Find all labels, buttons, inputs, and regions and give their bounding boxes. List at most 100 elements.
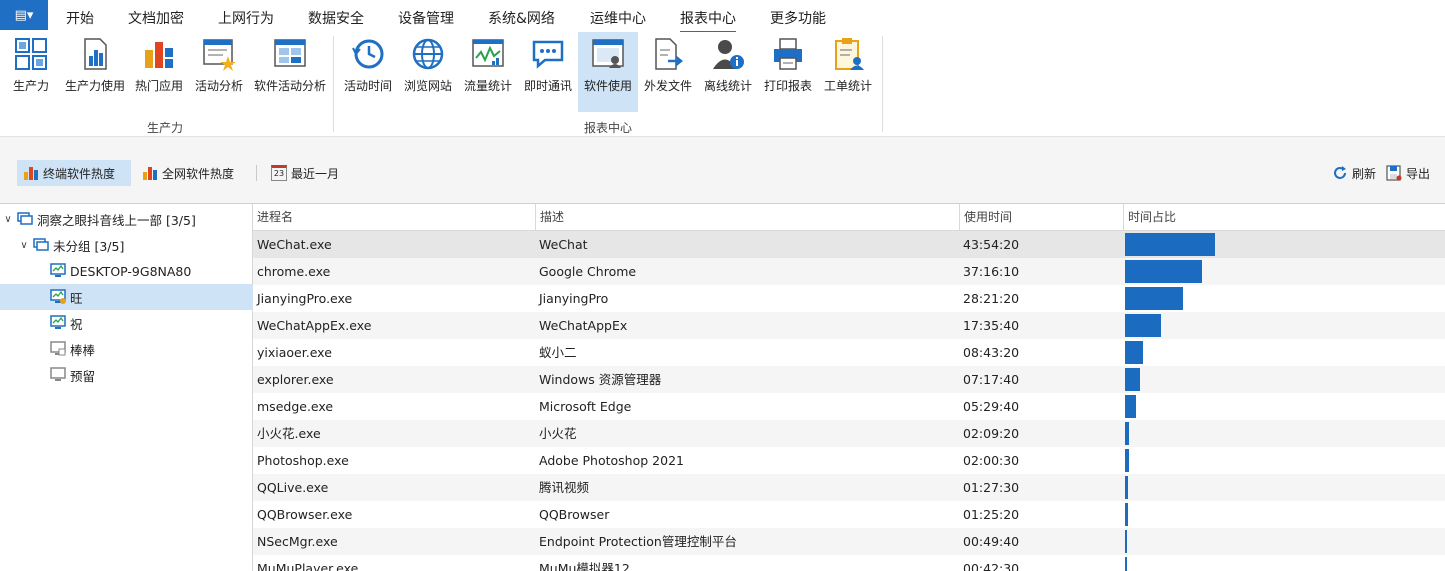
table-row[interactable]: explorer.exe Windows 资源管理器 07:17:40 bbox=[253, 366, 1445, 393]
cell-usage-time: 05:29:40 bbox=[963, 399, 1020, 414]
tab-device-management[interactable]: 设备管理 bbox=[398, 8, 454, 28]
table-row[interactable]: MuMuPlayer.exe MuMu模拟器12 00:42:30 bbox=[253, 555, 1445, 571]
column-header-usage-time[interactable]: 使用时间 bbox=[959, 204, 1123, 230]
bar-chart-doc-icon bbox=[84, 38, 107, 70]
tree-root-node[interactable]: ∨ 洞察之眼抖音线上一部 [3/5] bbox=[0, 206, 253, 232]
outgoing-files-button[interactable]: 外发文件 bbox=[641, 32, 695, 112]
table-row[interactable]: msedge.exe Microsoft Edge 05:29:40 bbox=[253, 393, 1445, 420]
cell-usage-time: 00:49:40 bbox=[963, 534, 1020, 549]
table-row[interactable]: chrome.exe Google Chrome 37:16:10 bbox=[253, 258, 1445, 285]
cell-usage-time: 00:42:30 bbox=[963, 561, 1020, 571]
cell-description: 腾讯视频 bbox=[539, 480, 590, 495]
cell-description: 蚁小二 bbox=[539, 345, 577, 360]
cell-usage-time: 02:00:30 bbox=[963, 453, 1020, 468]
time-ratio-bar bbox=[1125, 368, 1140, 391]
toolbar-divider bbox=[256, 165, 257, 181]
cell-process: explorer.exe bbox=[257, 372, 334, 387]
cell-usage-time: 43:54:20 bbox=[963, 237, 1020, 252]
tree-group-node[interactable]: ∨ 未分组 [3/5] bbox=[0, 232, 269, 258]
table-row[interactable]: WeChatAppEx.exe WeChatAppEx 17:35:40 bbox=[253, 312, 1445, 339]
cell-description: Microsoft Edge bbox=[539, 399, 632, 414]
table-row[interactable]: Photoshop.exe Adobe Photoshop 2021 02:00:3… bbox=[253, 447, 1445, 474]
print-report-button[interactable]: 打印报表 bbox=[761, 32, 815, 112]
time-ratio-bar bbox=[1125, 260, 1202, 283]
table-row[interactable]: QQBrowser.exe QQBrowser 01:25:20 bbox=[253, 501, 1445, 528]
cell-usage-time: 17:35:40 bbox=[963, 318, 1020, 333]
export-label: 导出 bbox=[1406, 166, 1431, 181]
table-row[interactable]: NSecMgr.exe Endpoint Protection管理控制平台 00:4… bbox=[253, 528, 1445, 555]
cell-process: MuMuPlayer.exe bbox=[257, 561, 359, 571]
cell-process: QQBrowser.exe bbox=[257, 507, 353, 522]
work-order-stats-button[interactable]: 工单统计 bbox=[821, 32, 875, 112]
tab-web-behavior[interactable]: 上网行为 bbox=[218, 8, 274, 28]
export-button[interactable]: 导出 bbox=[1380, 160, 1436, 186]
cell-description: QQBrowser bbox=[539, 507, 610, 522]
work-order-stats-label: 工单统计 bbox=[823, 79, 872, 93]
activity-time-label: 活动时间 bbox=[343, 79, 392, 93]
traffic-stats-button[interactable]: 流量统计 bbox=[461, 32, 515, 112]
app-menu-button[interactable]: ▤▾ bbox=[0, 0, 48, 30]
hot-apps-button[interactable]: 热门应用 bbox=[132, 32, 186, 112]
software-activity-icon bbox=[274, 39, 306, 67]
network-software-heat-button[interactable]: 全网软件热度 bbox=[136, 160, 242, 186]
group-label-productivity: 生产力 bbox=[147, 121, 184, 135]
table-row[interactable]: WeChat.exe WeChat 43:54:20 bbox=[253, 231, 1445, 258]
cell-process: msedge.exe bbox=[257, 399, 334, 414]
offline-stats-button[interactable]: 离线统计 bbox=[701, 32, 755, 112]
column-header-description[interactable]: 描述 bbox=[535, 204, 959, 230]
online-computer-icon bbox=[50, 263, 66, 277]
software-usage-button[interactable]: 软件使用 bbox=[578, 32, 638, 112]
browse-websites-button[interactable]: 浏览网站 bbox=[401, 32, 455, 112]
productivity-button[interactable]: 生产力 bbox=[6, 32, 56, 112]
tab-data-security[interactable]: 数据安全 bbox=[308, 8, 364, 28]
cell-process: QQLive.exe bbox=[257, 480, 329, 495]
ribbon-group-divider bbox=[882, 36, 883, 132]
chevron-down-icon[interactable]: ∨ bbox=[17, 240, 31, 251]
column-header-process[interactable]: 进程名 bbox=[253, 204, 535, 230]
report-toolbar: 终端软件热度 全网软件热度 23 最近一月 刷新 导出 bbox=[0, 137, 1445, 204]
date-range-button[interactable]: 23 最近一月 bbox=[265, 160, 345, 186]
terminal-software-heat-button[interactable]: 终端软件热度 bbox=[17, 160, 131, 186]
activity-time-button[interactable]: 活动时间 bbox=[341, 32, 395, 112]
network-software-heat-label: 全网软件热度 bbox=[162, 166, 235, 181]
computer-group-icon bbox=[33, 238, 49, 251]
globe-icon bbox=[412, 38, 444, 70]
export-save-icon bbox=[1386, 165, 1402, 181]
tab-report-center[interactable]: 报表中心 bbox=[680, 8, 736, 33]
printer-icon bbox=[774, 38, 802, 70]
software-activity-label: 软件活动分析 bbox=[253, 79, 326, 93]
cell-usage-time: 28:21:20 bbox=[963, 291, 1020, 306]
cell-usage-time: 37:16:10 bbox=[963, 264, 1020, 279]
instant-messaging-button[interactable]: 即时通讯 bbox=[521, 32, 575, 112]
chevron-down-icon[interactable]: ∨ bbox=[1, 214, 15, 225]
cell-description: WeChatAppEx bbox=[539, 318, 628, 333]
menu-bar: ▤▾ 开始 文档加密 上网行为 数据安全 设备管理 系统&网络 运维中心 报表中… bbox=[0, 0, 1445, 33]
online-computer-icon bbox=[50, 315, 66, 329]
calendar-icon: 23 bbox=[271, 165, 287, 181]
activity-analysis-button[interactable]: 活动分析 bbox=[192, 32, 246, 112]
table-row[interactable]: QQLive.exe 腾讯视频 01:27:30 bbox=[253, 474, 1445, 501]
tab-system-network[interactable]: 系统&网络 bbox=[488, 8, 555, 28]
group-label-report-center: 报表中心 bbox=[584, 121, 633, 135]
hot-apps-icon bbox=[143, 167, 157, 180]
tab-start[interactable]: 开始 bbox=[66, 8, 94, 28]
time-ratio-bar bbox=[1125, 395, 1136, 418]
column-header-time-ratio[interactable]: 时间占比 bbox=[1123, 204, 1445, 230]
cell-description: Windows 资源管理器 bbox=[539, 372, 662, 387]
refresh-button[interactable]: 刷新 bbox=[1326, 160, 1382, 186]
offline-user-icon bbox=[713, 40, 744, 69]
cell-usage-time: 08:43:20 bbox=[963, 345, 1020, 360]
terminal-software-heat-label: 终端软件热度 bbox=[43, 166, 116, 181]
hot-apps-icon bbox=[24, 167, 38, 180]
cell-process: Photoshop.exe bbox=[257, 453, 349, 468]
table-row[interactable]: yixiaoer.exe 蚁小二 08:43:20 bbox=[253, 339, 1445, 366]
tab-more-features[interactable]: 更多功能 bbox=[770, 8, 826, 28]
table-row[interactable]: JianyingPro.exe JianyingPro 28:21:20 bbox=[253, 285, 1445, 312]
outgoing-files-label: 外发文件 bbox=[643, 79, 692, 93]
productivity-usage-button[interactable]: 生产力使用 bbox=[62, 32, 128, 112]
activity-analysis-icon bbox=[203, 39, 236, 71]
table-row[interactable]: 小火花.exe 小火花 02:09:20 bbox=[253, 420, 1445, 447]
software-activity-button[interactable]: 软件活动分析 bbox=[252, 32, 328, 112]
tab-ops-center[interactable]: 运维中心 bbox=[590, 8, 646, 28]
tab-doc-encryption[interactable]: 文档加密 bbox=[128, 8, 184, 28]
